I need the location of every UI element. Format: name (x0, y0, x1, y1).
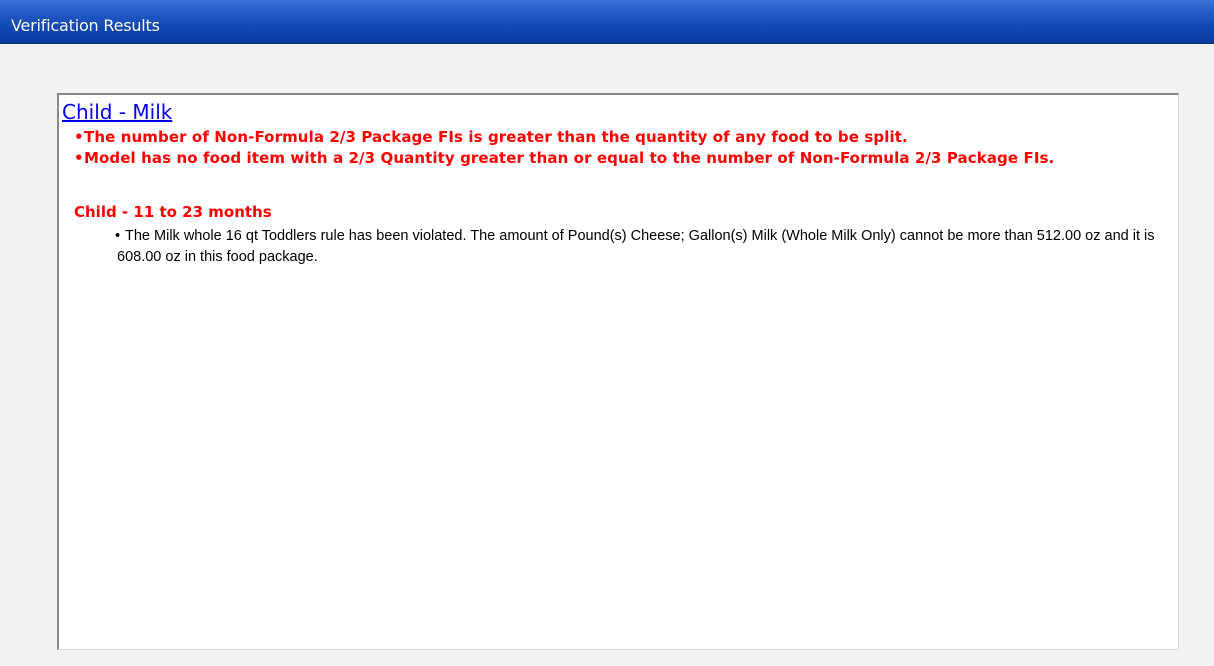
results-panel[interactable]: Child - Milk •The number of Non-Formula … (57, 93, 1179, 650)
title-bar: Verification Results (0, 0, 1214, 44)
verification-results-window: Verification Results Child - Milk •The n… (0, 0, 1214, 666)
error-text: Model has no food item with a 2/3 Quanti… (84, 149, 1055, 167)
violation-item: • The Milk whole 16 qt Toddlers rule has … (115, 226, 1177, 268)
error-text: The number of Non-Formula 2/3 Package FI… (84, 128, 908, 146)
error-item: •The number of Non-Formula 2/3 Package F… (74, 127, 1174, 148)
window-title: Verification Results (11, 16, 160, 35)
bullet-icon: • (74, 149, 84, 167)
violation-text: The Milk whole 16 qt Toddlers rule has b… (117, 228, 1155, 265)
subgroup-title: Child - 11 to 23 months (74, 203, 272, 221)
error-item: •Model has no food item with a 2/3 Quant… (74, 148, 1174, 169)
bullet-icon: • (115, 228, 121, 244)
bullet-icon: • (74, 128, 84, 146)
group-link-child-milk[interactable]: Child - Milk (62, 100, 172, 124)
error-list: •The number of Non-Formula 2/3 Package F… (74, 127, 1174, 169)
